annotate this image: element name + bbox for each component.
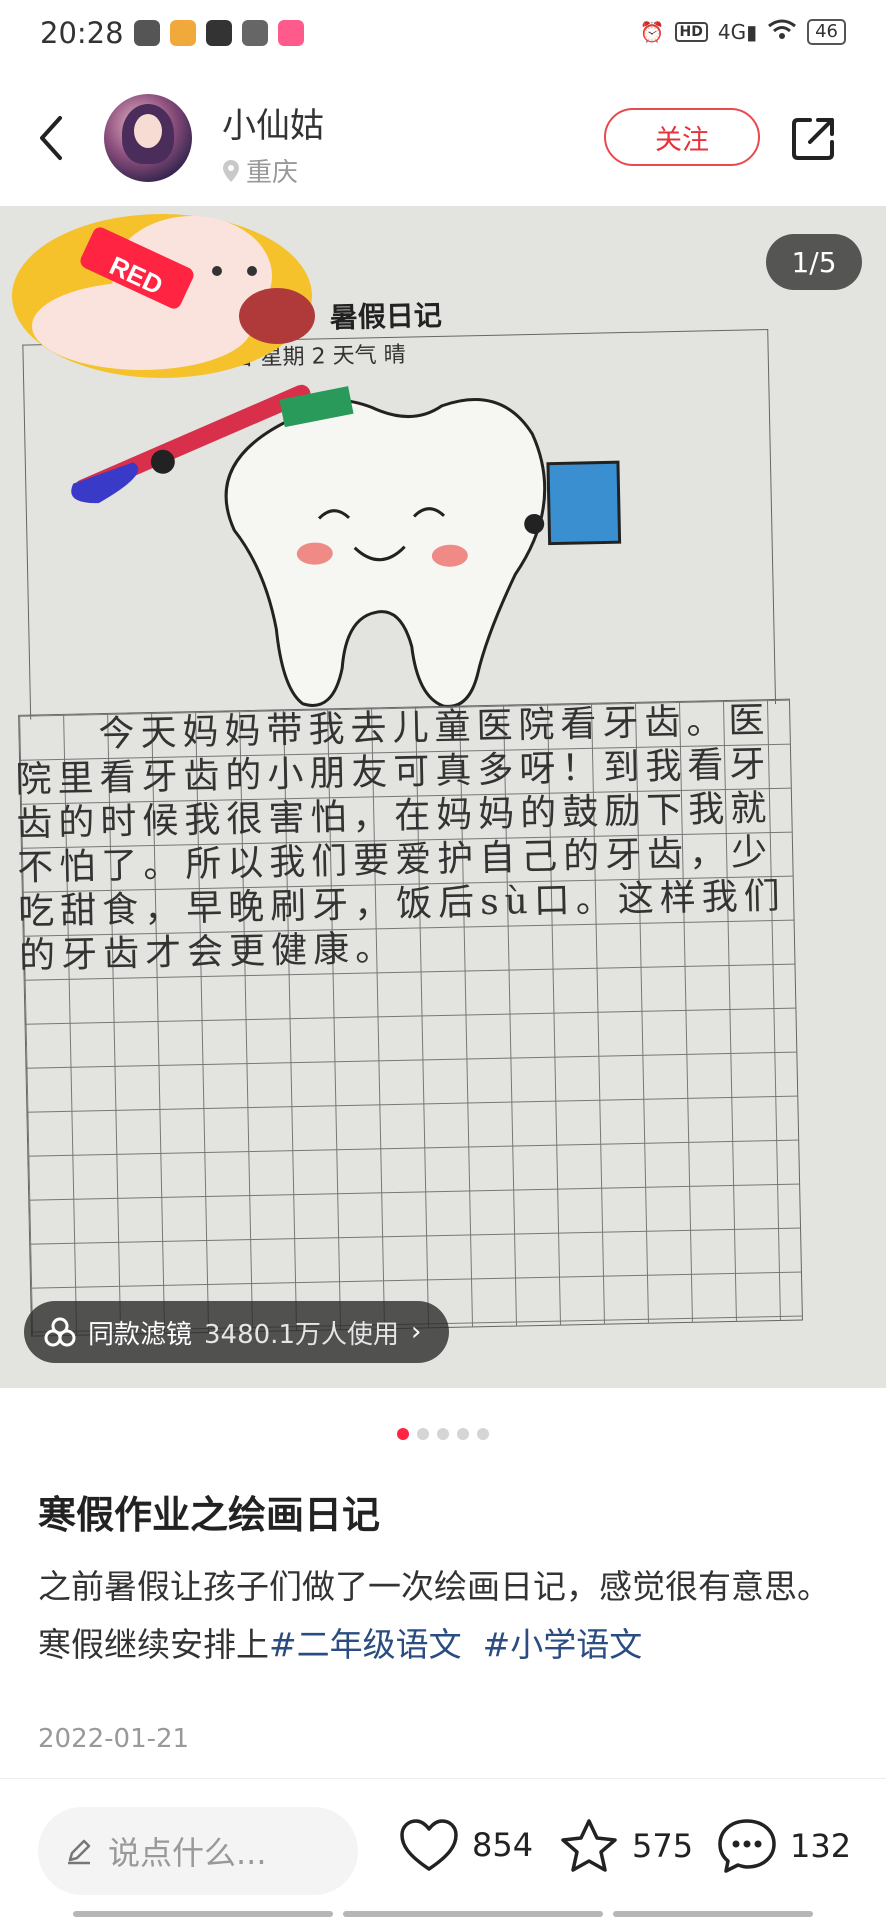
collect-button[interactable]: 575 bbox=[558, 1817, 693, 1875]
location-pin-icon bbox=[223, 159, 239, 182]
carousel-dot[interactable] bbox=[477, 1428, 489, 1440]
same-filter-button[interactable]: 同款滤镜 3480.1万人使用 › bbox=[24, 1301, 450, 1363]
hashtag-link[interactable]: #小学语文 bbox=[483, 1625, 643, 1664]
post-title: 寒假作业之绘画日记 bbox=[38, 1493, 381, 1537]
author-location: 重庆 bbox=[222, 152, 298, 189]
collect-count: 575 bbox=[632, 1827, 694, 1865]
app-notification-icon bbox=[134, 20, 160, 46]
pencil-icon bbox=[68, 1839, 91, 1865]
carousel-dot[interactable] bbox=[457, 1428, 469, 1440]
status-time: 20:28 bbox=[40, 16, 124, 50]
chevron-right-icon: › bbox=[411, 1317, 422, 1347]
comment-input[interactable]: 说点什么... bbox=[38, 1807, 358, 1895]
like-button[interactable]: 854 bbox=[398, 1817, 533, 1873]
bottom-action-bar: 说点什么... 854 575 132 bbox=[0, 1778, 886, 1921]
diary-paper: 暑假日记 6 月 3 日 星期 2 天气 晴 今天妈妈带我去儿童医院看牙齿。医院… bbox=[0, 206, 886, 1388]
comment-count: 132 bbox=[790, 1827, 852, 1865]
chat-bubble-icon bbox=[718, 1819, 776, 1873]
image-page-indicator: 1/5 bbox=[766, 234, 862, 290]
comment-button[interactable]: 132 bbox=[716, 1817, 851, 1875]
app-notification-icon bbox=[242, 20, 268, 46]
wifi-icon bbox=[767, 18, 797, 45]
diary-text: 今天妈妈带我去儿童医院看牙齿。医院里看牙齿的小朋友可真多呀！到我看牙齿的时候我很… bbox=[14, 700, 787, 977]
app-notification-icon bbox=[278, 20, 304, 46]
star-icon bbox=[561, 1819, 617, 1872]
alarm-icon: ⏰ bbox=[639, 19, 665, 44]
hd-icon: HD bbox=[674, 21, 708, 42]
filter-label: 同款滤镜 bbox=[88, 1319, 193, 1350]
carousel-dot[interactable] bbox=[397, 1428, 409, 1440]
status-right: ⏰ HD 4G▮ 46 bbox=[640, 18, 846, 45]
status-bar: 20:28 ⏰ HD 4G▮ 46 bbox=[0, 0, 886, 68]
post-header: 小仙姑 重庆 关注 bbox=[0, 70, 886, 206]
avatar[interactable] bbox=[104, 94, 192, 182]
status-app-icons bbox=[134, 20, 304, 46]
filter-icon bbox=[44, 1317, 76, 1347]
follow-button[interactable]: 关注 bbox=[604, 108, 760, 166]
author-name[interactable]: 小仙姑 bbox=[222, 98, 324, 147]
comment-placeholder: 说点什么... bbox=[108, 1834, 267, 1872]
chevron-left-icon[interactable] bbox=[32, 112, 72, 164]
app-notification-icon bbox=[206, 20, 232, 46]
tooth-drawing bbox=[71, 384, 622, 708]
hashtag-link[interactable]: #二年级语文 bbox=[269, 1625, 462, 1664]
post-body: 之前暑假让孩子们做了一次绘画日记，感觉很有意思。寒假继续安排上#二年级语文 #小… bbox=[38, 1558, 858, 1674]
carousel-dot[interactable] bbox=[417, 1428, 429, 1440]
share-icon[interactable] bbox=[790, 114, 838, 162]
filter-users-count: 3480.1万人使用 bbox=[204, 1319, 399, 1350]
carousel-dots bbox=[0, 1428, 886, 1440]
like-count: 854 bbox=[472, 1826, 534, 1864]
heart-icon bbox=[400, 1819, 458, 1871]
app-notification-icon bbox=[170, 20, 196, 46]
battery-icon: 46 bbox=[807, 18, 846, 45]
signal-icon: 4G▮ bbox=[717, 19, 758, 44]
paper-title: 暑假日记 bbox=[329, 298, 443, 335]
post-image[interactable]: 暑假日记 6 月 3 日 星期 2 天气 晴 今天妈妈带我去儿童医院看牙齿。医院… bbox=[0, 206, 886, 1388]
post-date: 2022-01-21 bbox=[38, 1724, 190, 1754]
carousel-dot[interactable] bbox=[437, 1428, 449, 1440]
red-mascot-sticker: RED bbox=[12, 214, 315, 378]
